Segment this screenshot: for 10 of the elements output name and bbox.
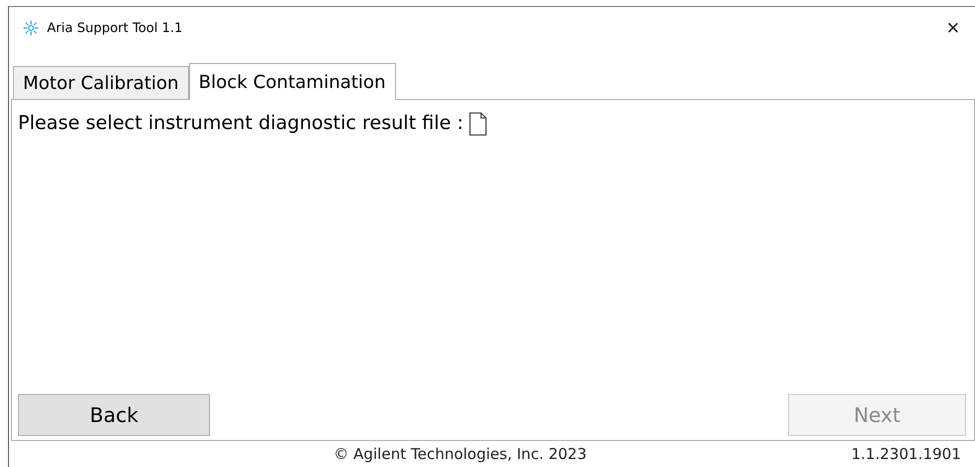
tab[interactable]: Motor Calibration bbox=[13, 66, 189, 99]
copyright-text: © Agilent Technologies, Inc. 2023 bbox=[332, 445, 588, 463]
file-icon[interactable] bbox=[469, 112, 488, 136]
close-button[interactable]: × bbox=[941, 15, 965, 41]
tab[interactable]: Block Contamination bbox=[188, 63, 396, 100]
prompt-text: Please select instrument diagnostic result file : bbox=[18, 112, 464, 134]
window-title: Aria Support Tool 1.1 bbox=[47, 20, 184, 36]
back-button[interactable]: Back bbox=[18, 394, 210, 436]
version-text: 1.1.2301.1901 bbox=[851, 445, 961, 463]
app-logo-icon bbox=[23, 20, 39, 36]
